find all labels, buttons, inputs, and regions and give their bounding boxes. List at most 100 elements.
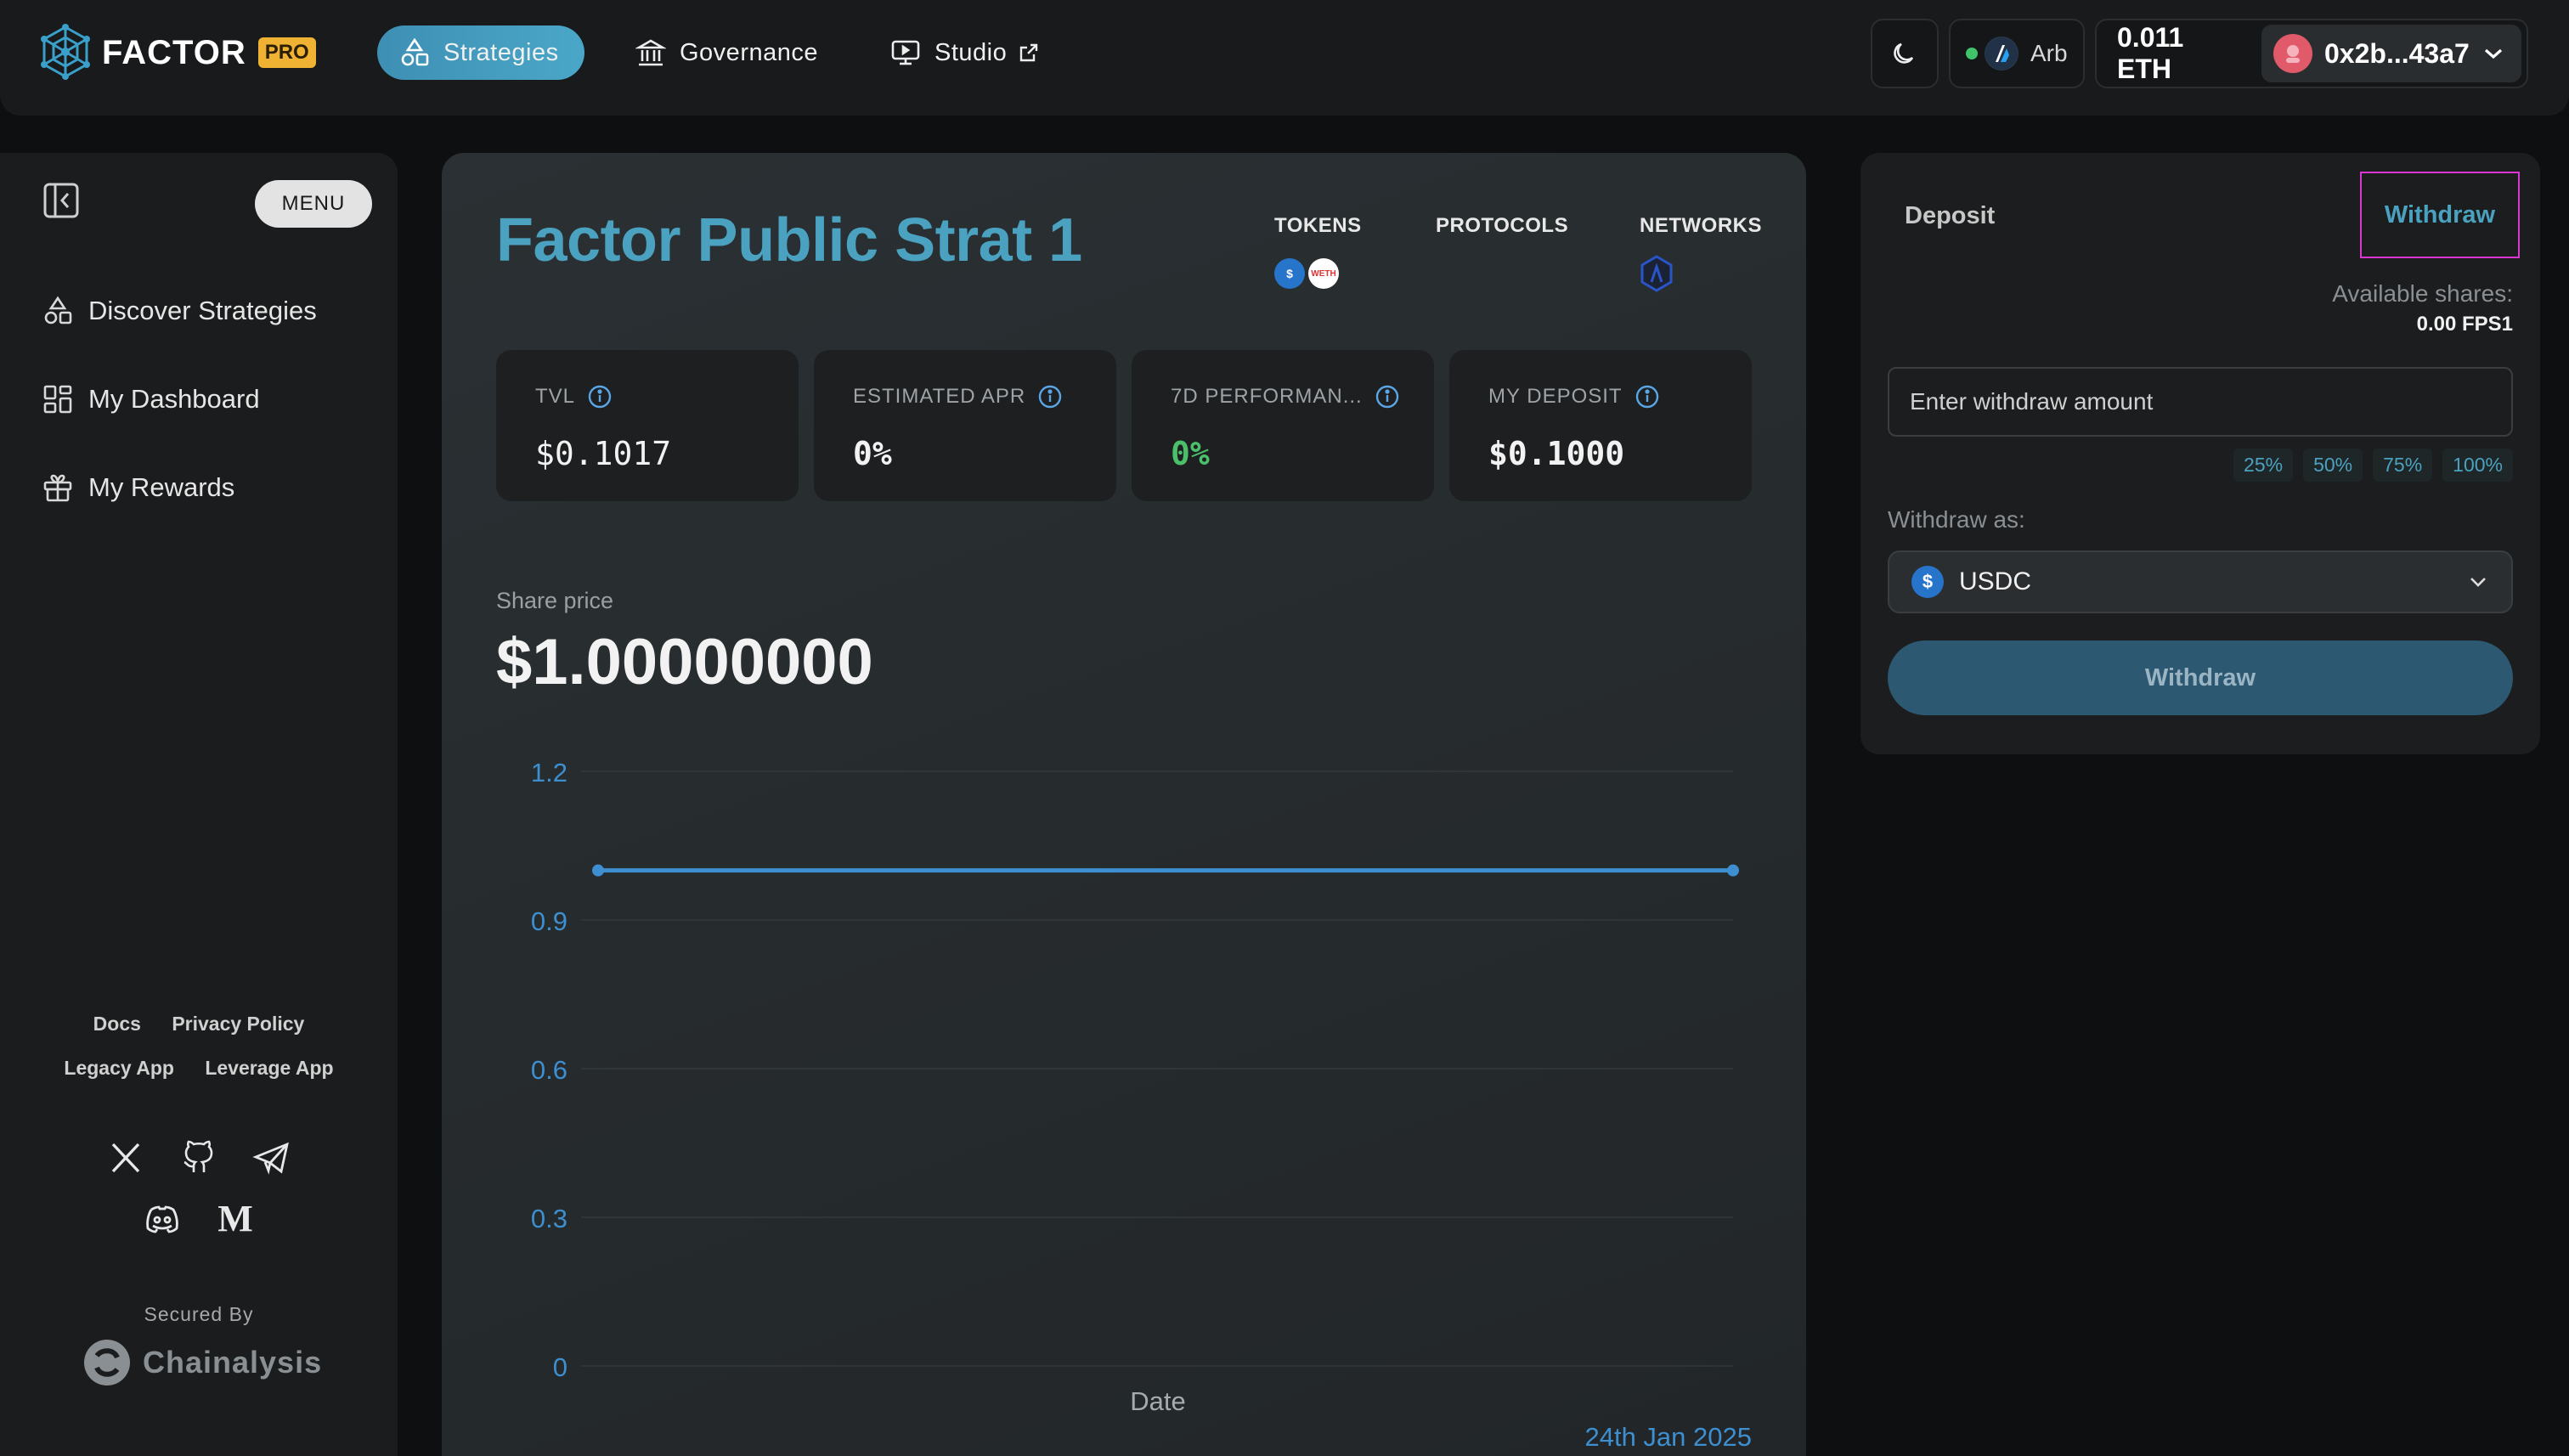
- apr-label-row: ESTIMATED APR: [853, 384, 1063, 409]
- legacy-app-link[interactable]: Legacy App: [64, 1057, 174, 1079]
- moon-icon: [1894, 42, 1914, 64]
- chainalysis-name: Chainalysis: [143, 1345, 323, 1380]
- discord-icon[interactable]: [143, 1199, 182, 1239]
- medium-icon[interactable]: M: [216, 1199, 255, 1239]
- tvl-label-row: TVL: [535, 384, 613, 409]
- privacy-policy-link[interactable]: Privacy Policy: [172, 1013, 304, 1035]
- apr-value: 0%: [853, 435, 892, 472]
- arbitrum-network-icon[interactable]: [1640, 255, 1674, 292]
- chainalysis-icon: [84, 1340, 130, 1385]
- nav-governance[interactable]: Governance: [613, 25, 840, 80]
- y-tick-label: 1.2: [531, 758, 567, 787]
- nav-governance-label: Governance: [680, 38, 818, 66]
- x-axis-label: Date: [1130, 1386, 1185, 1416]
- factor-logo-icon: [41, 24, 90, 80]
- eth-balance: 0.011 ETH: [2117, 22, 2184, 84]
- withdraw-as-label: Withdraw as:: [1888, 506, 2025, 533]
- estimated-apr-card: ESTIMATED APR 0%: [814, 350, 1116, 501]
- wallet-box: 0.011 ETH 0x2b...43a7: [2095, 19, 2528, 88]
- x-tick-label: 24th Jan 2025: [1584, 1422, 1752, 1452]
- y-tick-label: 0.6: [531, 1055, 567, 1085]
- pro-badge: PRO: [257, 37, 316, 68]
- usdc-icon[interactable]: $: [1274, 258, 1305, 289]
- usdc-icon: $: [1911, 566, 1944, 598]
- y-tick-label: 0.9: [531, 906, 567, 936]
- svg-text:M: M: [217, 1199, 253, 1239]
- pct-50-button[interactable]: 50%: [2303, 449, 2363, 482]
- weth-icon[interactable]: WETH: [1308, 258, 1339, 289]
- info-icon[interactable]: [587, 384, 613, 409]
- 7d-performance-card: 7D PERFORMAN... 0%: [1132, 350, 1434, 501]
- info-icon[interactable]: [1037, 384, 1063, 409]
- secured-by-label: Secured By: [144, 1303, 254, 1325]
- gift-icon: [43, 474, 72, 502]
- footer-links-row: Legacy App Leverage App: [0, 1057, 398, 1080]
- menu-button[interactable]: MENU: [255, 180, 372, 228]
- stat-label: ESTIMATED APR: [853, 385, 1026, 408]
- monitor-icon: [891, 40, 920, 65]
- pct-100-button[interactable]: 100%: [2442, 449, 2513, 482]
- nav-studio-label: Studio: [934, 38, 1008, 66]
- info-icon[interactable]: [1635, 384, 1660, 409]
- telegram-icon[interactable]: [252, 1138, 291, 1177]
- stat-label: MY DEPOSIT: [1488, 385, 1623, 408]
- sidebar-item-my-rewards[interactable]: My Rewards: [42, 472, 234, 503]
- y-tick-label: 0.3: [531, 1204, 567, 1233]
- social-links: M: [0, 1199, 398, 1239]
- data-point: [592, 864, 604, 877]
- wallet-address: 0x2b...43a7: [2324, 37, 2470, 69]
- available-shares-value: 0.00 FPS1: [2416, 313, 2513, 336]
- shapes-icon: [401, 37, 429, 66]
- token-icons: $ WETH: [1274, 258, 1339, 289]
- y-tick-label: 0: [553, 1352, 567, 1382]
- withdraw-token-select[interactable]: $ USDC: [1888, 550, 2513, 613]
- arbitrum-icon: [1985, 37, 2019, 71]
- protocols-label: PROTOCOLS: [1436, 214, 1569, 237]
- sidebar-item-discover-strategies[interactable]: Discover Strategies: [42, 296, 317, 326]
- leverage-app-link[interactable]: Leverage App: [205, 1057, 333, 1079]
- withdraw-button[interactable]: Withdraw: [1888, 641, 2513, 715]
- chainalysis-logo[interactable]: Chainalysis: [82, 1337, 322, 1388]
- share-price-chart[interactable]: 0 0.3 0.6 0.9 1.2 Date 24th Jan 2025: [442, 748, 1806, 1456]
- external-link-icon: [1020, 43, 1038, 62]
- connected-indicator: [1966, 48, 1978, 59]
- nav-studio[interactable]: Studio: [868, 25, 1061, 80]
- factor-logo[interactable]: FACTOR PRO: [39, 24, 316, 82]
- sidebar-item-label: Discover Strategies: [88, 296, 317, 325]
- network-selector[interactable]: Arb: [1949, 19, 2085, 88]
- strategy-card: Factor Public Strat 1 TOKENS PROTOCOLS N…: [442, 153, 1806, 1456]
- performance-label-row: 7D PERFORMAN...: [1171, 384, 1400, 409]
- github-icon[interactable]: [179, 1138, 218, 1177]
- tvl-value: $0.1017: [535, 435, 672, 472]
- withdraw-amount-input[interactable]: [1888, 367, 2513, 437]
- pct-25-button[interactable]: 25%: [2233, 449, 2294, 482]
- wallet-account-button[interactable]: 0x2b...43a7: [2261, 25, 2521, 82]
- tab-deposit[interactable]: Deposit: [1905, 202, 1995, 230]
- sidebar-item-my-dashboard[interactable]: My Dashboard: [42, 384, 260, 415]
- available-shares-label: Available shares:: [2332, 280, 2513, 307]
- sidebar-item-label: My Rewards: [88, 472, 235, 502]
- nav-strategies[interactable]: Strategies: [377, 25, 584, 80]
- footer-links-row: Docs Privacy Policy: [0, 1013, 398, 1036]
- percentage-buttons: 25% 50% 75% 100%: [2233, 449, 2513, 482]
- page-title: Factor Public Strat 1: [496, 206, 1082, 274]
- x-twitter-icon[interactable]: [106, 1138, 145, 1177]
- networks-label: NETWORKS: [1640, 214, 1762, 237]
- brand-name: FACTOR: [102, 33, 246, 71]
- docs-link[interactable]: Docs: [93, 1013, 141, 1035]
- pct-75-button[interactable]: 75%: [2373, 449, 2433, 482]
- data-point: [1727, 864, 1739, 877]
- theme-toggle-button[interactable]: [1871, 19, 1939, 88]
- info-icon[interactable]: [1375, 384, 1400, 409]
- shapes-icon: [44, 296, 72, 324]
- sidebar-item-label: My Dashboard: [88, 384, 260, 414]
- my-deposit-value: $0.1000: [1488, 435, 1625, 472]
- network-name: Arb: [2030, 40, 2068, 66]
- tab-withdraw[interactable]: Withdraw: [2360, 172, 2520, 258]
- share-price-value: $1.00000000: [496, 626, 873, 698]
- share-price-label: Share price: [496, 588, 614, 613]
- stat-label: TVL: [535, 385, 576, 408]
- chevron-down-icon: [2470, 578, 2486, 587]
- sidebar-collapse-icon[interactable]: [42, 182, 80, 219]
- avatar: [2273, 34, 2312, 73]
